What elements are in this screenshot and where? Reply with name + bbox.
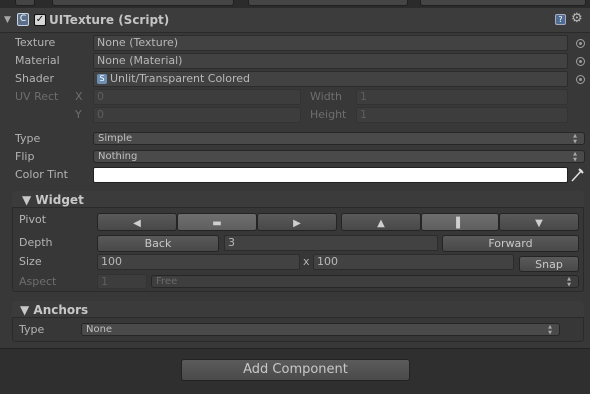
size-x-label: x <box>303 255 310 268</box>
aspect-field[interactable]: 1 <box>97 274 147 289</box>
uv-x-field[interactable]: 0 <box>93 89 301 105</box>
forward-button[interactable]: Forward <box>442 235 579 252</box>
enabled-checkbox[interactable]: ✓ <box>34 14 46 26</box>
pivot-right-button[interactable]: ▶ <box>257 213 337 231</box>
top-control[interactable] <box>52 0 234 6</box>
shader-label: Shader <box>15 72 54 85</box>
color-tint-field[interactable] <box>93 167 568 183</box>
uv-width-label: Width <box>310 90 342 103</box>
anchors-title: ▼ Anchors <box>20 303 89 317</box>
uv-y-field[interactable]: 0 <box>93 107 301 123</box>
pivot-middle-button[interactable]: ▌ <box>421 213 499 231</box>
script-icon: C <box>17 13 29 26</box>
widget-header[interactable]: ▼ Widget <box>12 191 584 208</box>
uv-height-label: Height <box>310 108 347 121</box>
shader-value: Unlit/Transparent Colored <box>110 72 251 85</box>
component-header[interactable]: ▼ C ✓ UITexture (Script) ? ⚙ <box>0 8 590 33</box>
pivot-center-button[interactable]: ▬ <box>177 213 257 231</box>
pivot-left-button[interactable]: ◀ <box>97 213 177 231</box>
flip-value: Nothing <box>98 151 138 162</box>
dropdown-arrows-icon: ▲▼ <box>572 133 578 145</box>
color-tint-label: Color Tint <box>15 168 68 181</box>
back-button[interactable]: Back <box>97 235 219 252</box>
type-dropdown[interactable]: Simple ▲▼ <box>93 132 585 145</box>
uv-y-label: Y <box>75 108 82 121</box>
aspect-label: Aspect <box>19 275 57 288</box>
object-picker-icon[interactable] <box>576 75 585 84</box>
pivot-label: Pivot <box>19 213 47 226</box>
top-control[interactable] <box>15 0 35 6</box>
uv-x-label: X <box>75 90 83 103</box>
texture-label: Texture <box>15 36 56 49</box>
dropdown-arrows-icon: ▲▼ <box>566 276 572 288</box>
top-strip <box>0 0 590 8</box>
gear-icon[interactable]: ⚙ <box>571 11 583 26</box>
size-label: Size <box>19 255 42 268</box>
top-control[interactable] <box>248 0 408 6</box>
foldout-arrow-icon[interactable]: ▼ <box>4 15 11 25</box>
aspect-mode-dropdown[interactable]: Free ▲▼ <box>151 275 579 288</box>
flip-label: Flip <box>15 150 35 163</box>
anchors-type-dropdown[interactable]: None ▲▼ <box>81 323 560 336</box>
snap-button[interactable]: Snap <box>519 256 579 272</box>
component-title: UITexture (Script) <box>49 13 170 27</box>
add-component-button[interactable]: Add Component <box>181 359 410 381</box>
size-width-field[interactable]: 100 <box>97 254 300 270</box>
dropdown-arrows-icon: ▲▼ <box>547 324 553 336</box>
top-control[interactable] <box>420 0 586 6</box>
anchors-type-value: None <box>86 324 113 335</box>
widget-title: ▼ Widget <box>22 193 84 207</box>
material-field[interactable]: None (Material) <box>93 53 568 69</box>
texture-field[interactable]: None (Texture) <box>93 35 568 51</box>
dropdown-arrows-icon: ▲▼ <box>572 151 578 163</box>
aspect-mode-value: Free <box>156 276 178 287</box>
flip-dropdown[interactable]: Nothing ▲▼ <box>93 150 585 163</box>
size-height-field[interactable]: 100 <box>313 254 514 270</box>
anchors-header[interactable]: ▼ Anchors <box>12 301 584 318</box>
type-value: Simple <box>98 133 133 144</box>
uv-rect-label: UV Rect <box>15 90 59 103</box>
uv-height-field[interactable]: 1 <box>356 107 568 123</box>
shader-icon: S <box>97 74 107 84</box>
pivot-bottom-button[interactable]: ▼ <box>499 213 579 231</box>
depth-label: Depth <box>19 236 53 249</box>
type-label: Type <box>15 132 41 145</box>
object-picker-icon[interactable] <box>576 39 585 48</box>
anchors-type-label: Type <box>19 323 45 336</box>
help-icon[interactable]: ? <box>555 14 566 25</box>
object-picker-icon[interactable] <box>576 57 585 66</box>
material-label: Material <box>15 54 60 67</box>
eyedropper-icon[interactable] <box>570 167 584 183</box>
shader-field[interactable]: S Unlit/Transparent Colored <box>93 71 568 87</box>
pivot-top-button[interactable]: ▲ <box>341 213 421 231</box>
uv-width-field[interactable]: 1 <box>356 89 568 105</box>
depth-field[interactable]: 3 <box>224 235 438 251</box>
